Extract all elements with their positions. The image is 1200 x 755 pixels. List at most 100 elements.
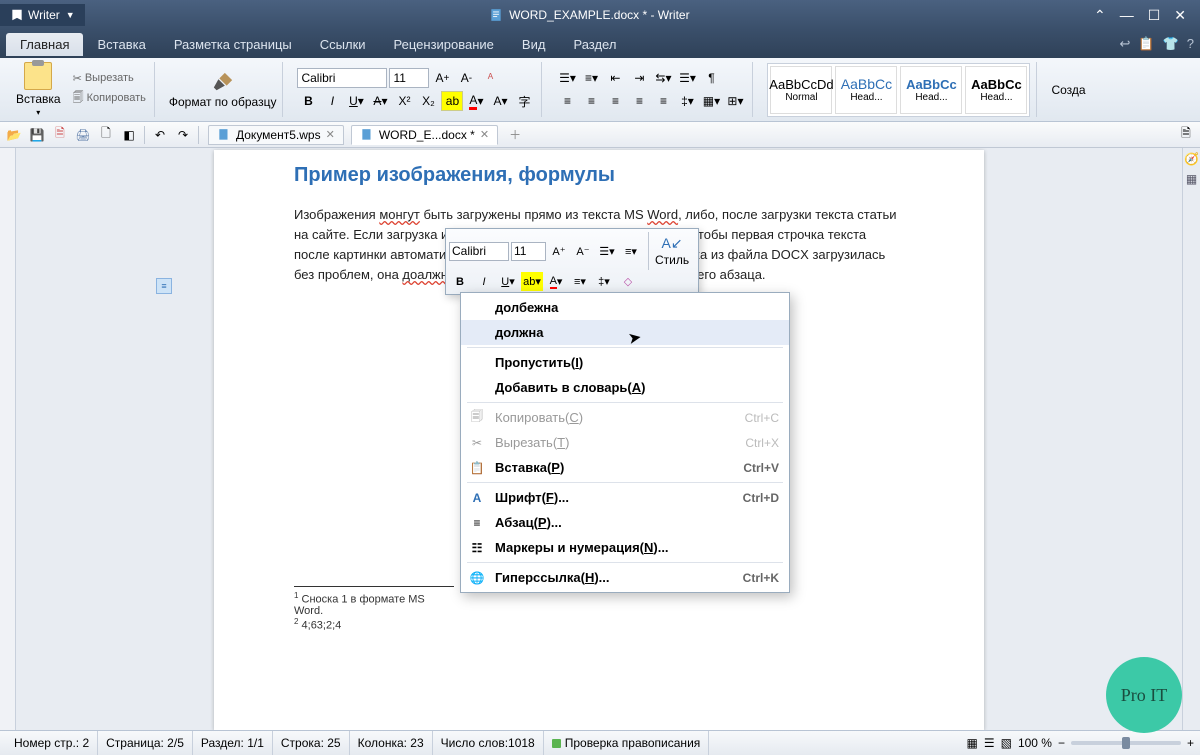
paste-button[interactable]: Вставка▾ xyxy=(12,60,65,119)
bullets-button[interactable]: ☰▾ xyxy=(556,68,578,88)
tab-review[interactable]: Рецензирование xyxy=(380,33,508,56)
print-preview-button[interactable]: 🗋 xyxy=(96,125,116,145)
mini-shrink-font[interactable]: A⁻ xyxy=(572,242,594,261)
sb-word-count[interactable]: Число слов:1018 xyxy=(433,731,544,755)
shrink-font-button[interactable]: A- xyxy=(455,68,477,88)
close-tab-icon[interactable]: ✕ xyxy=(480,128,489,141)
close-tab-icon[interactable]: ✕ xyxy=(326,128,335,141)
sb-column[interactable]: Колонка: 23 xyxy=(350,731,433,755)
tab-view[interactable]: Вид xyxy=(508,33,560,56)
mini-font-select[interactable] xyxy=(449,242,509,261)
mini-style-button[interactable]: A↙ Стиль xyxy=(648,232,695,270)
bold-button[interactable]: B xyxy=(297,91,319,111)
redo-button[interactable]: ↷ xyxy=(173,125,193,145)
mini-clear[interactable]: ◇ xyxy=(617,272,639,291)
ctx-font[interactable]: AШрифт(F)...Ctrl+D xyxy=(461,485,789,510)
underline-button[interactable]: U▾ xyxy=(345,91,367,111)
ctx-add-dict[interactable]: Добавить в словарь(A) xyxy=(461,375,789,400)
font-size-select[interactable] xyxy=(389,68,429,88)
tab-page-layout[interactable]: Разметка страницы xyxy=(160,33,306,56)
style-head2[interactable]: AaBbCcHead... xyxy=(900,66,962,114)
grow-font-button[interactable]: A+ xyxy=(431,68,453,88)
add-tab-button[interactable]: ＋ xyxy=(501,124,529,145)
undo-button[interactable]: ↶ xyxy=(150,125,170,145)
pilcrow-button[interactable]: ¶ xyxy=(700,68,722,88)
superscript-button[interactable]: X² xyxy=(393,91,415,111)
align-right-button[interactable]: ≡ xyxy=(604,91,626,111)
style-normal[interactable]: AaBbCcDdNormal xyxy=(770,66,832,114)
sb-page[interactable]: Страница: 2/5 xyxy=(98,731,193,755)
maximize-button[interactable]: ☐ xyxy=(1148,7,1161,24)
indent-button[interactable]: ⇥ xyxy=(628,68,650,88)
open-button[interactable]: 📂 xyxy=(4,125,24,145)
mini-grow-font[interactable]: A⁺ xyxy=(548,242,570,261)
zoom-out-button[interactable]: − xyxy=(1058,736,1065,750)
sb-spellcheck[interactable]: Проверка правописания xyxy=(544,731,710,755)
align-justify-button[interactable]: ≡ xyxy=(628,91,650,111)
char-button[interactable]: ☰▾ xyxy=(676,68,698,88)
numbering-button[interactable]: ≡▾ xyxy=(580,68,602,88)
mini-numbering[interactable]: ≡▾ xyxy=(620,242,642,261)
mini-bold[interactable]: B xyxy=(449,272,471,291)
doc-tab-1[interactable]: Документ5.wps ✕ xyxy=(208,125,344,145)
clipboard-icon[interactable]: 📋 xyxy=(1138,36,1154,52)
outdent-button[interactable]: ⇤ xyxy=(604,68,626,88)
mini-size-select[interactable] xyxy=(511,242,546,261)
tab-references[interactable]: Ссылки xyxy=(306,33,380,56)
create-label[interactable]: Созда xyxy=(1051,83,1085,97)
mini-highlight[interactable]: ab▾ xyxy=(521,272,543,291)
view-web-icon[interactable]: ▧ xyxy=(1001,736,1012,750)
nav-pane-icon[interactable]: 🧭 xyxy=(1184,152,1199,166)
sb-section[interactable]: Раздел: 1/1 xyxy=(193,731,273,755)
sb-line[interactable]: Строка: 25 xyxy=(273,731,350,755)
mini-underline[interactable]: U▾ xyxy=(497,272,519,291)
strike-button[interactable]: A▾ xyxy=(369,91,391,111)
save-button[interactable]: 💾 xyxy=(27,125,47,145)
collapse-button[interactable]: ⌃ xyxy=(1094,7,1106,24)
ctx-suggestion-1[interactable]: долбежна xyxy=(461,295,789,320)
cut-button[interactable]: ✂Вырезать xyxy=(71,71,148,86)
help-icon[interactable]: ? xyxy=(1187,36,1194,52)
align-center-button[interactable]: ≡ xyxy=(580,91,602,111)
ctx-hyperlink[interactable]: 🌐Гиперссылка(H)...Ctrl+K xyxy=(461,565,789,590)
line-spacing-button[interactable]: ‡▾ xyxy=(676,91,698,111)
app-menu[interactable]: Writer ▼ xyxy=(0,4,85,26)
shading-button[interactable]: ▦▾ xyxy=(700,91,722,111)
zoom-slider[interactable] xyxy=(1071,741,1181,745)
char-shading-button[interactable]: A▾ xyxy=(489,91,511,111)
italic-button[interactable]: I xyxy=(321,91,343,111)
sb-page-number[interactable]: Номер стр.: 2 xyxy=(6,731,98,755)
copy-button[interactable]: 🗐Копировать xyxy=(71,88,148,109)
style-head1[interactable]: AaBbCcHead... xyxy=(835,66,897,114)
subscript-button[interactable]: X₂ xyxy=(417,91,439,111)
mini-align[interactable]: ≡▾ xyxy=(569,272,591,291)
align-left-button[interactable]: ≡ xyxy=(556,91,578,111)
zoom-in-button[interactable]: + xyxy=(1187,736,1194,750)
align-dist-button[interactable]: ≡ xyxy=(652,91,674,111)
select-pane-icon[interactable]: ▦ xyxy=(1186,172,1197,186)
print-button[interactable]: 🖨 xyxy=(73,125,93,145)
settings-button[interactable]: ◧ xyxy=(119,125,139,145)
tab-section[interactable]: Раздел xyxy=(559,33,630,56)
undo-icon[interactable]: ↩ xyxy=(1119,36,1130,52)
ctx-bullets[interactable]: ☷Маркеры и нумерация(N)... xyxy=(461,535,789,560)
tab-list-button[interactable]: 🗎 xyxy=(1176,125,1196,145)
borders-button[interactable]: ⊞▾ xyxy=(724,91,746,111)
section-marker-icon[interactable]: ≡ xyxy=(156,278,172,294)
view-print-icon[interactable]: ▦ xyxy=(966,736,977,750)
tshirt-icon[interactable]: 👕 xyxy=(1163,36,1179,52)
vertical-ruler[interactable] xyxy=(0,148,16,730)
phonetic-button[interactable]: 字 xyxy=(513,91,535,111)
tab-button[interactable]: ⇆▾ xyxy=(652,68,674,88)
ctx-paste[interactable]: 📋Вставка(P)Ctrl+V xyxy=(461,455,789,480)
view-outline-icon[interactable]: ☰ xyxy=(984,736,995,750)
tab-insert[interactable]: Вставка xyxy=(83,33,159,56)
mini-font-color[interactable]: A▾ xyxy=(545,272,567,291)
mini-italic[interactable]: I xyxy=(473,272,495,291)
close-button[interactable]: ✕ xyxy=(1174,7,1186,24)
mini-spacing[interactable]: ‡▾ xyxy=(593,272,615,291)
format-painter-button[interactable]: Формат по образцу xyxy=(169,71,277,109)
font-name-select[interactable] xyxy=(297,68,387,88)
minimize-button[interactable]: — xyxy=(1120,7,1134,24)
ctx-skip[interactable]: Пропустить(I) xyxy=(461,350,789,375)
